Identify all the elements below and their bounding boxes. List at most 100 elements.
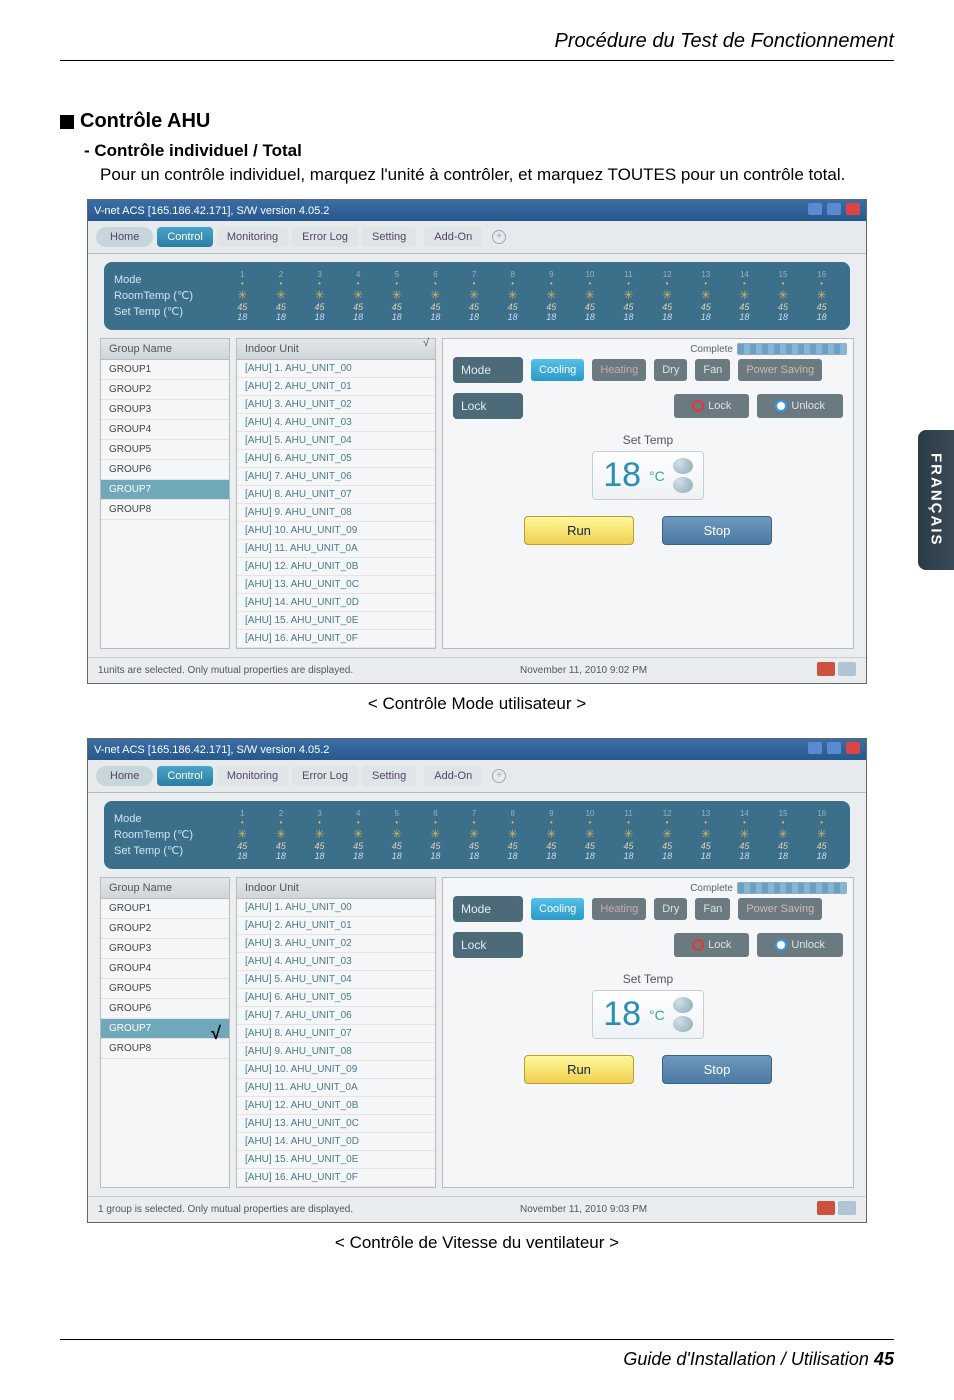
status-cell[interactable]: 1•✳4518 <box>224 809 261 861</box>
status-cell[interactable]: 11•✳4518 <box>610 270 647 322</box>
temp-down-icon[interactable] <box>673 477 693 493</box>
status-cell[interactable]: 10•✳4518 <box>572 270 609 322</box>
unit-row[interactable]: [AHU] 7. AHU_UNIT_06 <box>237 468 435 486</box>
mode-heating[interactable]: Heating <box>592 898 646 920</box>
stop-button[interactable]: Stop <box>662 1055 772 1084</box>
status-cell[interactable]: 13•✳4518 <box>688 270 725 322</box>
nav-addon[interactable]: Add-On <box>424 766 482 786</box>
temp-up-icon[interactable] <box>673 997 693 1013</box>
group-row[interactable]: GROUP5 <box>101 979 229 999</box>
run-button[interactable]: Run <box>524 516 634 545</box>
status-cell[interactable]: 4•✳4518 <box>340 270 377 322</box>
status-cell[interactable]: 5•✳4518 <box>379 809 416 861</box>
nav-home[interactable]: Home <box>96 766 153 786</box>
add-tab-icon[interactable]: + <box>492 769 506 783</box>
mode-heating[interactable]: Heating <box>592 359 646 381</box>
group-row[interactable]: GROUP1 <box>101 360 229 380</box>
status-cell[interactable]: 16•✳4518 <box>803 809 840 861</box>
status-cell[interactable]: 9•✳4518 <box>533 809 570 861</box>
mode-fan[interactable]: Fan <box>695 898 730 920</box>
lock-button[interactable]: Lock <box>674 394 749 418</box>
unlock-button[interactable]: Unlock <box>757 394 843 418</box>
unit-row[interactable]: [AHU] 9. AHU_UNIT_08 <box>237 504 435 522</box>
group-row[interactable]: GROUP5 <box>101 440 229 460</box>
status-cell[interactable]: 8•✳4518 <box>494 270 531 322</box>
minimize-icon[interactable] <box>808 203 822 215</box>
unlock-button[interactable]: Unlock <box>757 933 843 957</box>
maximize-icon[interactable] <box>827 203 841 215</box>
mode-fan[interactable]: Fan <box>695 359 730 381</box>
unit-row[interactable]: [AHU] 1. AHU_UNIT_00 <box>237 899 435 917</box>
minimize-icon[interactable] <box>808 742 822 754</box>
nav-home[interactable]: Home <box>96 227 153 247</box>
unit-row[interactable]: [AHU] 14. AHU_UNIT_0D <box>237 594 435 612</box>
group-row[interactable]: GROUP7√ <box>101 1019 229 1039</box>
unit-row[interactable]: [AHU] 12. AHU_UNIT_0B <box>237 558 435 576</box>
nav-monitoring[interactable]: Monitoring <box>217 227 288 247</box>
nav-setting[interactable]: Setting <box>362 227 416 247</box>
unit-row[interactable]: [AHU] 7. AHU_UNIT_06 <box>237 1007 435 1025</box>
group-row[interactable]: GROUP2 <box>101 380 229 400</box>
unit-row[interactable]: [AHU] 2. AHU_UNIT_01 <box>237 378 435 396</box>
close-icon[interactable] <box>846 742 860 754</box>
unit-row[interactable]: [AHU] 15. AHU_UNIT_0E <box>237 612 435 630</box>
unit-row[interactable]: [AHU] 8. AHU_UNIT_07 <box>237 1025 435 1043</box>
status-cell[interactable]: 14•✳4518 <box>726 809 763 861</box>
unit-row[interactable]: [AHU] 1. AHU_UNIT_00 <box>237 360 435 378</box>
mode-dry[interactable]: Dry <box>654 359 687 381</box>
mode-power-saving[interactable]: Power Saving <box>738 359 822 381</box>
status-cell[interactable]: 15•✳4518 <box>765 270 802 322</box>
nav-control[interactable]: Control <box>157 766 212 786</box>
nav-addon[interactable]: Add-On <box>424 227 482 247</box>
status-cell[interactable]: 12•✳4518 <box>649 270 686 322</box>
unit-row[interactable]: [AHU] 15. AHU_UNIT_0E <box>237 1151 435 1169</box>
temp-up-icon[interactable] <box>673 458 693 474</box>
mode-dry[interactable]: Dry <box>654 898 687 920</box>
status-cell[interactable]: 16•✳4518 <box>803 270 840 322</box>
status-cell[interactable]: 8•✳4518 <box>494 809 531 861</box>
status-cell[interactable]: 3•✳4518 <box>301 270 338 322</box>
unit-row[interactable]: [AHU] 3. AHU_UNIT_02 <box>237 396 435 414</box>
unit-row[interactable]: [AHU] 5. AHU_UNIT_04 <box>237 432 435 450</box>
group-row[interactable]: GROUP6 <box>101 460 229 480</box>
status-cell[interactable]: 15•✳4518 <box>765 809 802 861</box>
close-icon[interactable] <box>846 203 860 215</box>
unit-row[interactable]: [AHU] 16. AHU_UNIT_0F <box>237 1169 435 1187</box>
unit-row[interactable]: [AHU] 4. AHU_UNIT_03 <box>237 953 435 971</box>
status-cell[interactable]: 5•✳4518 <box>379 270 416 322</box>
unit-row[interactable]: [AHU] 10. AHU_UNIT_09 <box>237 1061 435 1079</box>
group-row[interactable]: GROUP7 <box>101 480 229 500</box>
unit-row[interactable]: [AHU] 5. AHU_UNIT_04 <box>237 971 435 989</box>
status-cell[interactable]: 2•✳4518 <box>263 270 300 322</box>
status-cell[interactable]: 6•✳4518 <box>417 809 454 861</box>
group-row[interactable]: GROUP4 <box>101 959 229 979</box>
status-cell[interactable]: 4•✳4518 <box>340 809 377 861</box>
nav-control[interactable]: Control <box>157 227 212 247</box>
status-cell[interactable]: 13•✳4518 <box>688 809 725 861</box>
unit-row[interactable]: [AHU] 16. AHU_UNIT_0F <box>237 630 435 648</box>
status-cell[interactable]: 6•✳4518 <box>417 270 454 322</box>
unit-row[interactable]: [AHU] 3. AHU_UNIT_02 <box>237 935 435 953</box>
unit-row[interactable]: [AHU] 13. AHU_UNIT_0C <box>237 576 435 594</box>
unit-row[interactable]: [AHU] 12. AHU_UNIT_0B <box>237 1097 435 1115</box>
status-cell[interactable]: 7•✳4518 <box>456 809 493 861</box>
group-row[interactable]: GROUP3 <box>101 400 229 420</box>
status-cell[interactable]: 1•✳4518 <box>224 270 261 322</box>
temp-down-icon[interactable] <box>673 1016 693 1032</box>
nav-setting[interactable]: Setting <box>362 766 416 786</box>
unit-row[interactable]: [AHU] 14. AHU_UNIT_0D <box>237 1133 435 1151</box>
unit-row[interactable]: [AHU] 11. AHU_UNIT_0A <box>237 1079 435 1097</box>
mode-power-saving[interactable]: Power Saving <box>738 898 822 920</box>
maximize-icon[interactable] <box>827 742 841 754</box>
status-cell[interactable]: 3•✳4518 <box>301 809 338 861</box>
unit-row[interactable]: [AHU] 8. AHU_UNIT_07 <box>237 486 435 504</box>
group-row[interactable]: GROUP4 <box>101 420 229 440</box>
status-cell[interactable]: 10•✳4518 <box>572 809 609 861</box>
unit-row[interactable]: [AHU] 4. AHU_UNIT_03 <box>237 414 435 432</box>
nav-monitoring[interactable]: Monitoring <box>217 766 288 786</box>
group-row[interactable]: GROUP8 <box>101 1039 229 1059</box>
unit-row[interactable]: [AHU] 6. AHU_UNIT_05 <box>237 450 435 468</box>
status-cell[interactable]: 12•✳4518 <box>649 809 686 861</box>
mode-cooling[interactable]: Cooling <box>531 898 584 920</box>
group-row[interactable]: GROUP6 <box>101 999 229 1019</box>
